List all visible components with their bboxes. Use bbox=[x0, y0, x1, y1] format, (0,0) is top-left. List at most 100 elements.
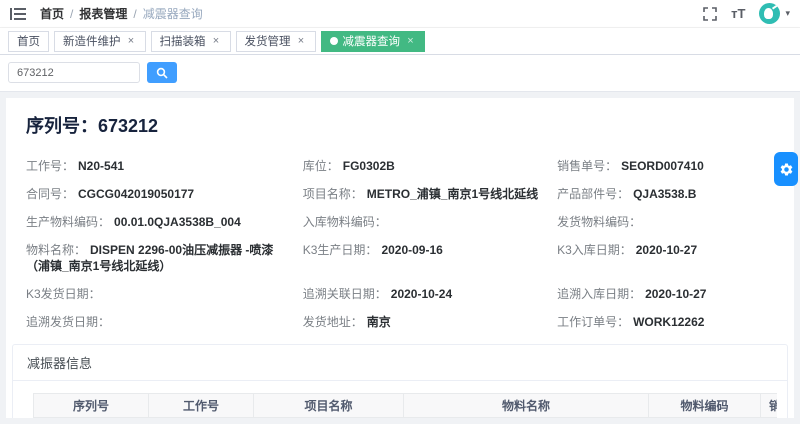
settings-panel-button[interactable] bbox=[774, 152, 798, 186]
field-label: 追溯关联日期： bbox=[303, 287, 387, 301]
tab-close-icon[interactable]: × bbox=[211, 36, 222, 47]
field-label: 发货地址： bbox=[303, 315, 363, 329]
detail-field-6: 生产物料编码： 00.01.0QJA3538B_004 bbox=[26, 214, 303, 230]
field-label: 发货物料编码： bbox=[557, 215, 641, 229]
field-label: 物料名称： bbox=[26, 243, 86, 257]
font-size-icon[interactable]: тT bbox=[731, 7, 745, 20]
table-header-0: 序列号 bbox=[34, 394, 149, 418]
field-label: K3入库日期： bbox=[557, 243, 632, 257]
field-value: N20-541 bbox=[78, 159, 124, 173]
breadcrumb-home[interactable]: 首页 bbox=[40, 5, 64, 22]
field-value: 南京 bbox=[367, 315, 391, 329]
tab-label: 发货管理 bbox=[245, 33, 291, 49]
table-header-5: 销售单号 bbox=[761, 394, 778, 418]
field-value: 2020-10-27 bbox=[645, 287, 706, 301]
tab-label: 首页 bbox=[17, 33, 40, 49]
breadcrumb-current: 减震器查询 bbox=[143, 5, 203, 22]
table-cell: SEORD007410 bbox=[761, 418, 778, 419]
hamburger-menu-icon[interactable] bbox=[10, 7, 26, 21]
gear-icon bbox=[779, 162, 794, 177]
tab-label: 扫描装箱 bbox=[160, 33, 206, 49]
table-cell: 00.01.0QJA3538B_004 bbox=[649, 418, 761, 419]
damper-info-title: 减振器信息 bbox=[13, 345, 787, 381]
detail-field-13: 追溯关联日期： 2020-10-24 bbox=[303, 286, 557, 302]
field-label: 生产物料编码： bbox=[26, 215, 110, 229]
detail-field-7: 入库物料编码： bbox=[303, 214, 557, 230]
damper-info-card: 减振器信息 序列号工作号项目名称物料名称物料编码销售单号673212N20-54… bbox=[12, 344, 788, 418]
tab-close-icon[interactable]: × bbox=[405, 36, 416, 47]
caret-down-icon: ▾ bbox=[785, 8, 790, 19]
detail-field-3: 合同号： CGCG042019050177 bbox=[26, 186, 303, 202]
detail-field-12: K3发货日期： bbox=[26, 286, 303, 302]
fullscreen-icon[interactable] bbox=[703, 7, 717, 21]
field-value: 2020-09-16 bbox=[381, 243, 442, 257]
field-value: QJA3538.B bbox=[633, 187, 696, 201]
detail-field-15: 追溯发货日期： bbox=[26, 314, 303, 330]
detail-field-11: K3入库日期： 2020-10-27 bbox=[557, 242, 774, 274]
field-value: 2020-10-24 bbox=[391, 287, 452, 301]
tab-0[interactable]: 首页 bbox=[8, 31, 49, 52]
field-value: 00.01.0QJA3538B_004 bbox=[114, 215, 241, 229]
field-value: METRO_浦镇_南京1号线北延线 bbox=[367, 187, 538, 201]
detail-field-5: 产品部件号： QJA3538.B bbox=[557, 186, 774, 202]
field-value: 2020-10-27 bbox=[636, 243, 697, 257]
serial-search-input[interactable] bbox=[8, 62, 140, 83]
tags-view-bar: 首页 新造件维护 × 扫描装箱 × 发货管理 × 减震器查询 × bbox=[0, 28, 800, 55]
field-label: 入库物料编码： bbox=[303, 215, 387, 229]
tab-1[interactable]: 新造件维护 × bbox=[54, 31, 146, 52]
table-row: 673212N20-541METRO_浦镇_南京1号线北延线DISPEN 229… bbox=[34, 418, 778, 419]
damper-table-viewport: 序列号工作号项目名称物料名称物料编码销售单号673212N20-541METRO… bbox=[33, 393, 777, 418]
tab-3[interactable]: 发货管理 × bbox=[236, 31, 316, 52]
detail-field-4: 项目名称：METRO_浦镇_南京1号线北延线 bbox=[303, 186, 557, 202]
field-label: K3生产日期： bbox=[303, 243, 378, 257]
search-button[interactable] bbox=[147, 62, 177, 83]
table-cell: N20-541 bbox=[149, 418, 254, 419]
tab-close-icon[interactable]: × bbox=[296, 36, 307, 47]
search-icon bbox=[156, 67, 168, 79]
breadcrumb-report-mgmt[interactable]: 报表管理 bbox=[79, 5, 127, 22]
table-cell: DISPEN 2296-00油压减振器 -喷漆（浦镇_南京1号线北延线） bbox=[404, 418, 649, 419]
field-label: 追溯入库日期： bbox=[557, 287, 641, 301]
table-cell: 673212 bbox=[34, 418, 149, 419]
detail-card: 序列号：673212 工作号：N20-541库位：FG0302B销售单号：SEO… bbox=[6, 98, 794, 418]
detail-field-9: 物料名称：DISPEN 2296-00油压减振器 -喷漆（浦镇_南京1号线北延线… bbox=[26, 242, 303, 274]
field-value: CGCG042019050177 bbox=[78, 187, 194, 201]
field-label: 库位： bbox=[303, 159, 339, 173]
breadcrumb-separator: / bbox=[70, 7, 73, 21]
detail-field-17: 工作订单号： WORK12262 bbox=[557, 314, 774, 330]
breadcrumb-separator: / bbox=[133, 7, 136, 21]
main-content: 序列号：673212 工作号：N20-541库位：FG0302B销售单号：SEO… bbox=[0, 92, 800, 424]
field-label: 销售单号： bbox=[557, 159, 617, 173]
detail-field-10: K3生产日期：2020-09-16 bbox=[303, 242, 557, 274]
detail-field-14: 追溯入库日期： 2020-10-27 bbox=[557, 286, 774, 302]
table-header-4: 物料编码 bbox=[649, 394, 761, 418]
tab-close-icon[interactable]: × bbox=[126, 36, 137, 47]
tab-4[interactable]: 减震器查询 × bbox=[321, 31, 426, 52]
active-tab-dot bbox=[330, 37, 338, 45]
tab-label: 新造件维护 bbox=[63, 33, 121, 49]
user-menu[interactable]: ▾ bbox=[759, 3, 790, 24]
table-header-1: 工作号 bbox=[149, 394, 254, 418]
field-label: 工作订单号： bbox=[557, 315, 629, 329]
user-avatar[interactable] bbox=[759, 3, 780, 24]
detail-field-1: 库位： FG0302B bbox=[303, 158, 557, 174]
tab-label: 减震器查询 bbox=[343, 33, 401, 49]
detail-field-2: 销售单号：SEORD007410 bbox=[557, 158, 774, 174]
top-navbar: 首页 / 报表管理 / 减震器查询 тT ▾ bbox=[0, 0, 800, 28]
field-label: 产品部件号： bbox=[557, 187, 629, 201]
field-label: K3发货日期： bbox=[26, 287, 101, 301]
detail-field-8: 发货物料编码： bbox=[557, 214, 774, 230]
field-label: 合同号： bbox=[26, 187, 74, 201]
breadcrumb: 首页 / 报表管理 / 减震器查询 bbox=[40, 5, 203, 22]
tab-2[interactable]: 扫描装箱 × bbox=[151, 31, 231, 52]
field-label: 工作号： bbox=[26, 159, 74, 173]
table-header-2: 项目名称 bbox=[254, 394, 404, 418]
detail-field-16: 发货地址： 南京 bbox=[303, 314, 557, 330]
serial-number-title: 序列号：673212 bbox=[26, 112, 774, 138]
detail-field-0: 工作号： N20-541 bbox=[26, 158, 303, 174]
field-value: WORK12262 bbox=[633, 315, 704, 329]
navbar-actions: тT ▾ bbox=[703, 3, 790, 24]
app-window: 首页 / 报表管理 / 减震器查询 тT ▾ 首页新造件维护×扫描装箱×发货管理… bbox=[0, 0, 800, 424]
search-bar bbox=[0, 55, 800, 92]
field-value: FG0302B bbox=[343, 159, 395, 173]
